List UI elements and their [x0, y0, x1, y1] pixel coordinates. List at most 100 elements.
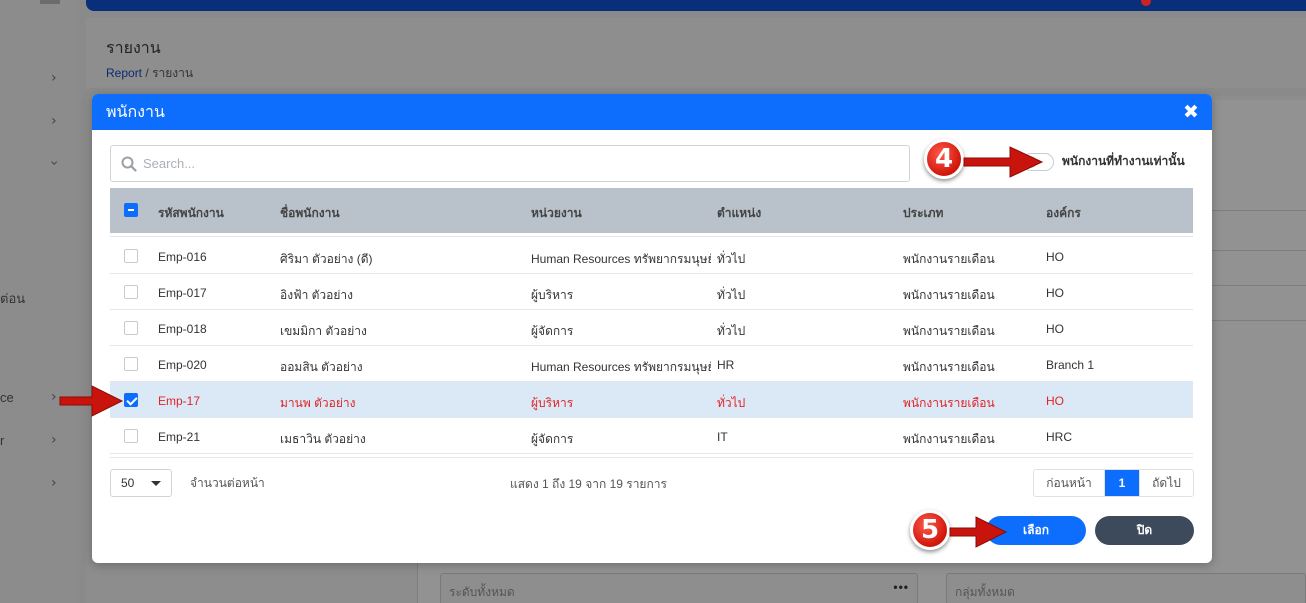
notification-dot: [1141, 0, 1151, 6]
step-5-badge: 5: [910, 510, 950, 550]
column-header-department[interactable]: หน่วยงาน: [531, 204, 582, 223]
emp-name-cell: ออมสิน ตัวอย่าง: [280, 360, 363, 374]
page-size-group: 50 จำนวนต่อหน้า: [110, 469, 265, 497]
emp-name-cell: อิงฟ้า ตัวอย่าง: [280, 288, 354, 302]
column-header-organization[interactable]: องค์กร: [1046, 204, 1081, 223]
table-row[interactable]: Emp-17 มานพ ตัวอย่าง ผู้บริหาร ทั่วไป พนักงา…: [110, 382, 1193, 418]
emp-name-cell: ศิริมา ตัวอย่าง (ดี): [280, 252, 373, 266]
breadcrumb: Report / รายงาน: [106, 64, 193, 83]
chevron-right-icon[interactable]: ›: [51, 389, 57, 405]
chevron-right-icon[interactable]: ›: [51, 70, 57, 86]
row-checkbox[interactable]: [124, 429, 138, 443]
sidebar-item-fragment[interactable]: r: [0, 433, 4, 448]
chevron-right-icon[interactable]: ›: [51, 432, 57, 448]
search-box[interactable]: [110, 145, 910, 182]
close-button[interactable]: ปิด: [1095, 516, 1194, 545]
column-header-emp-id[interactable]: รหัสพนักงาน: [158, 204, 224, 223]
position-cell: ทั่วไป: [717, 396, 746, 410]
chevron-right-icon[interactable]: ›: [51, 475, 57, 491]
row-checkbox[interactable]: [124, 249, 138, 263]
group-filter-field[interactable]: กลุ่มทั้งหมด: [946, 573, 1306, 603]
type-cell: พนักงานรายเดือน: [903, 396, 995, 410]
active-only-label: พนักงานที่ทำงานเท่านั้น: [1062, 154, 1185, 168]
position-cell: HR: [717, 358, 735, 372]
sidebar: › › › ต่อน ce › r › ›: [0, 0, 76, 603]
table-row[interactable]: Emp-017 อิงฟ้า ตัวอย่าง ผู้บริหาร ทั่วไป พนั…: [110, 274, 1193, 310]
emp-name-cell: เมธาวิน ตัวอย่าง: [280, 432, 366, 446]
breadcrumb-link-report[interactable]: Report: [106, 66, 142, 80]
department-cell: Human Resources ทรัพยากรมนุษย์: [531, 360, 711, 374]
chevron-right-icon[interactable]: ›: [51, 113, 57, 129]
emp-id-cell: Emp-018: [158, 322, 207, 336]
modal-title: พนักงาน: [106, 103, 165, 121]
type-cell: พนักงานรายเดือน: [903, 324, 995, 338]
pagination-prev[interactable]: ก่อนหน้า: [1034, 470, 1105, 496]
more-icon[interactable]: •••: [893, 580, 909, 594]
divider: [1212, 320, 1306, 321]
arrow-right-icon: [59, 385, 124, 417]
arrow-right-icon: [949, 516, 1008, 548]
divider: [1212, 250, 1306, 251]
sidebar-stub: [40, 0, 60, 4]
emp-id-cell: Emp-016: [158, 250, 207, 264]
page-header: รายงาน Report / รายงาน: [86, 18, 1306, 88]
table-row[interactable]: Emp-016 ศิริมา ตัวอย่าง (ดี) Human Resourc…: [110, 238, 1193, 274]
department-cell: ผู้บริหาร: [531, 288, 574, 302]
employee-modal: พนักงาน ✖ พนักงานที่ทำงานเท่านั้น รหัสพน…: [92, 94, 1212, 563]
page-size-select[interactable]: 50: [110, 469, 172, 497]
caret-down-icon: [151, 480, 161, 486]
sidebar-item-fragment[interactable]: ต่อน: [0, 288, 25, 309]
column-header-emp-name[interactable]: ชื่อพนักงาน: [280, 204, 340, 223]
arrow-right-icon: [963, 146, 1044, 178]
column-header-type[interactable]: ประเภท: [903, 204, 943, 223]
search-input[interactable]: [143, 156, 843, 171]
organization-cell: HO: [1046, 394, 1064, 408]
organization-cell: HRC: [1046, 430, 1072, 444]
search-icon: [121, 156, 137, 172]
breadcrumb-current: รายงาน: [152, 66, 194, 80]
select-all-checkbox[interactable]: [124, 203, 138, 217]
type-cell: พนักงานรายเดือน: [903, 288, 995, 302]
row-checkbox[interactable]: [124, 357, 138, 371]
step-4-badge: 4: [924, 139, 964, 179]
modal-header: พนักงาน ✖: [92, 94, 1212, 130]
emp-id-cell: Emp-020: [158, 358, 207, 372]
close-icon[interactable]: ✖: [1182, 101, 1200, 123]
table-row[interactable]: Emp-21 เมธาวิน ตัวอย่าง ผู้จัดการ IT พนักงาน…: [110, 418, 1193, 454]
pagination-page-1[interactable]: 1: [1105, 470, 1139, 496]
pagination-next[interactable]: ถัดไป: [1139, 470, 1193, 496]
row-checkbox[interactable]: [124, 393, 138, 407]
type-cell: พนักงานรายเดือน: [903, 360, 995, 374]
table-row[interactable]: Emp-020 ออมสิน ตัวอย่าง Human Resources ทร…: [110, 346, 1193, 382]
type-cell: พนักงานรายเดือน: [903, 252, 995, 266]
top-navbar: [86, 0, 1306, 11]
row-checkbox[interactable]: [124, 285, 138, 299]
active-only-toggle-group: พนักงานที่ทำงานเท่านั้น: [1022, 152, 1185, 171]
employee-table: รหัสพนักงาน ชื่อพนักงาน หน่วยงาน ตำแหน่ง…: [110, 188, 1193, 458]
position-cell: IT: [717, 430, 728, 444]
emp-name-cell: มานพ ตัวอย่าง: [280, 396, 356, 410]
group-filter-text: กลุ่มทั้งหมด: [955, 585, 1015, 599]
row-checkbox[interactable]: [124, 321, 138, 335]
page-title: รายงาน: [106, 40, 161, 57]
emp-id-cell: Emp-17: [158, 394, 201, 408]
column-header-position[interactable]: ตำแหน่ง: [717, 204, 761, 223]
showing-text: แสดง 1 ถึง 19 จาก 19 รายการ: [510, 477, 667, 491]
position-cell: ทั่วไป: [717, 252, 746, 266]
divider: [1212, 285, 1306, 286]
divider: [1212, 210, 1306, 211]
department-cell: ผู้บริหาร: [531, 396, 574, 410]
department-cell: ผู้จัดการ: [531, 324, 574, 338]
table-row[interactable]: Emp-018 เขมมิกา ตัวอย่าง ผู้จัดการ ทั่วไป พน…: [110, 310, 1193, 346]
page-size-value: 50: [121, 476, 135, 490]
sidebar-item-fragment[interactable]: ce: [0, 390, 14, 405]
chevron-down-icon[interactable]: ›: [46, 160, 62, 166]
emp-id-cell: Emp-017: [158, 286, 207, 300]
per-page-label: จำนวนต่อหน้า: [190, 475, 265, 490]
position-cell: ทั่วไป: [717, 288, 746, 302]
department-cell: Human Resources ทรัพยากรมนุษย์: [531, 252, 711, 266]
table-header: รหัสพนักงาน ชื่อพนักงาน หน่วยงาน ตำแหน่ง…: [110, 188, 1193, 233]
organization-cell: HO: [1046, 286, 1064, 300]
level-filter-field[interactable]: ระดับทั้งหมด •••: [440, 573, 918, 603]
type-cell: พนักงานรายเดือน: [903, 432, 995, 446]
